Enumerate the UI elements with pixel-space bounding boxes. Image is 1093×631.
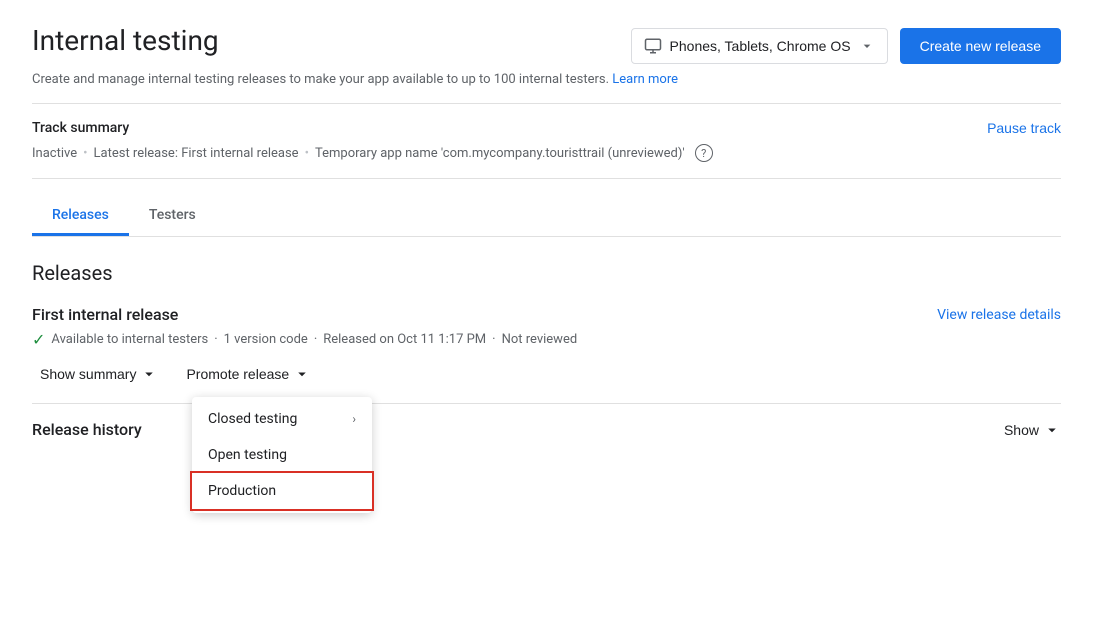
tab-testers[interactable]: Testers: [129, 195, 216, 236]
show-summary-button[interactable]: Show summary: [32, 361, 166, 387]
promote-release-button[interactable]: Promote release: [178, 361, 319, 387]
create-release-button[interactable]: Create new release: [900, 28, 1061, 64]
tab-releases[interactable]: Releases: [32, 195, 129, 236]
dropdown-item-closed-testing[interactable]: Closed testing ›: [192, 401, 372, 437]
monitor-icon: [644, 37, 662, 55]
release-history-title: Release history: [32, 420, 142, 439]
release-status: Available to internal testers: [51, 332, 208, 347]
promote-dropdown-menu: Closed testing › Open testing Production: [192, 397, 372, 513]
track-summary-label: Track summary: [32, 120, 129, 136]
chevron-down-icon-history: [1043, 421, 1061, 439]
divider-2: [32, 178, 1061, 179]
release-history-row: Release history Show: [32, 420, 1061, 439]
tabs-row: Releases Testers: [32, 195, 1061, 237]
dropdown-item-open-testing[interactable]: Open testing: [192, 437, 372, 473]
page-subtitle: Create and manage internal testing relea…: [32, 72, 1061, 87]
header-row: Internal testing Phones, Tablets, Chrome…: [32, 24, 1061, 64]
learn-more-link[interactable]: Learn more: [612, 72, 678, 87]
page-title: Internal testing: [32, 24, 219, 58]
dot-5: ·: [492, 332, 495, 347]
dot-3: ·: [214, 332, 217, 347]
dot-1: •: [83, 146, 87, 161]
released-on: Released on Oct 11 1:17 PM: [323, 332, 486, 347]
track-summary-row: Track summary Pause track: [32, 120, 1061, 136]
help-icon[interactable]: ?: [695, 144, 713, 162]
track-status: Inactive: [32, 146, 77, 161]
device-selector-button[interactable]: Phones, Tablets, Chrome OS: [631, 28, 888, 64]
view-release-details-link[interactable]: View release details: [937, 307, 1061, 323]
chevron-down-icon-promote: [293, 365, 311, 383]
track-meta: Inactive • Latest release: First interna…: [32, 144, 1061, 162]
review-status: Not reviewed: [502, 332, 578, 347]
release-meta: ✓ Available to internal testers · 1 vers…: [32, 330, 1061, 349]
chevron-down-icon-summary: [140, 365, 158, 383]
release-actions: Show summary Promote release Closed test…: [32, 361, 1061, 387]
available-status-icon: ✓: [32, 330, 45, 349]
releases-section-title: Releases: [32, 261, 1061, 285]
version-code: 1 version code: [224, 332, 308, 347]
app-name-text: Temporary app name 'com.mycompany.touris…: [315, 146, 685, 161]
page-container: Internal testing Phones, Tablets, Chrome…: [0, 0, 1093, 463]
chevron-down-icon: [859, 38, 875, 54]
dot-2: •: [305, 146, 309, 161]
title-area: Internal testing: [32, 24, 219, 58]
chevron-right-icon: ›: [352, 412, 356, 426]
pause-track-button[interactable]: Pause track: [987, 120, 1061, 136]
divider-3: [32, 403, 1061, 404]
divider-1: [32, 103, 1061, 104]
device-selector-label: Phones, Tablets, Chrome OS: [670, 38, 851, 54]
release-header: First internal release View release deta…: [32, 305, 1061, 324]
dot-4: ·: [314, 332, 317, 347]
release-name: First internal release: [32, 305, 178, 324]
show-history-button[interactable]: Show: [1004, 421, 1061, 439]
dropdown-item-production[interactable]: Production: [192, 473, 372, 509]
header-actions: Phones, Tablets, Chrome OS Create new re…: [631, 28, 1061, 64]
latest-release-text: Latest release: First internal release: [94, 146, 299, 161]
